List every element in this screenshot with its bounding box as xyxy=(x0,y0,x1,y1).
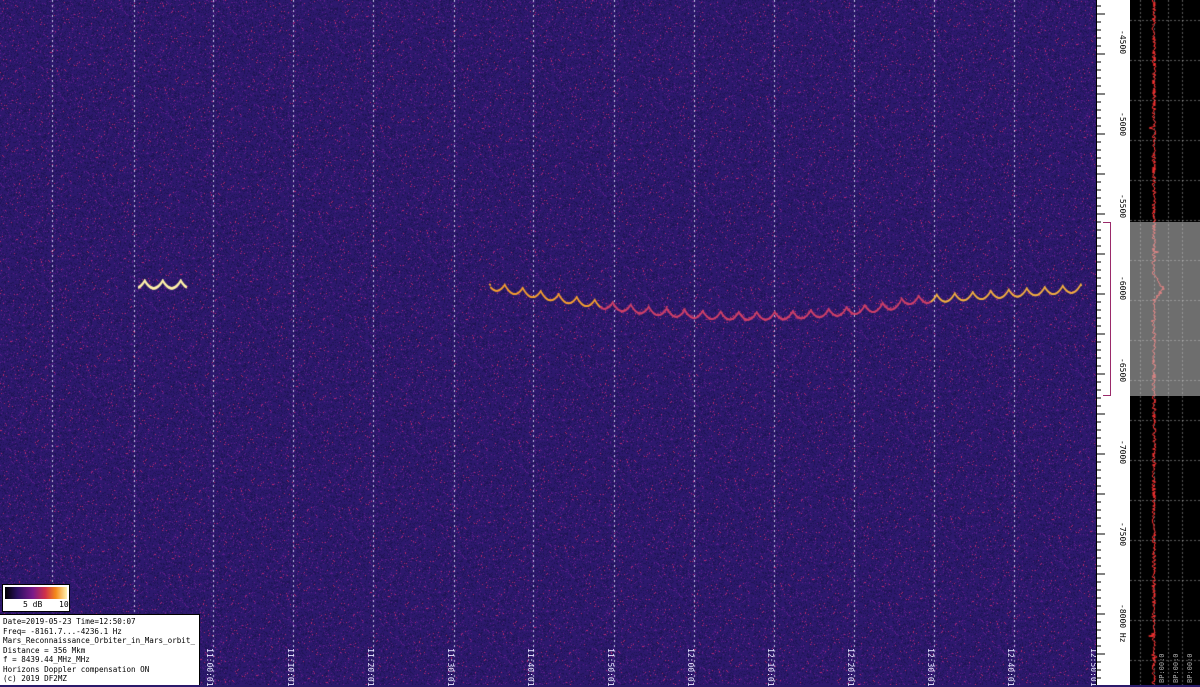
info-copyright: (c) 2019 DF2MZ xyxy=(3,674,68,683)
freq-tick-label: -7500 xyxy=(1118,522,1127,547)
freq-tick-label: -6500 xyxy=(1118,358,1127,383)
time-tick-label: 12:30:01 xyxy=(926,648,935,687)
colorbar-max-label: 10 xyxy=(59,600,69,609)
info-freq-range: Freq= -8161.7...-4236.1 Hz xyxy=(3,626,122,636)
passband-bracket xyxy=(1103,222,1111,396)
time-tick-label: 11:20:01 xyxy=(366,648,375,687)
freq-tick-label: -8000 Hz xyxy=(1118,604,1127,643)
freq-tick-label: -4500 xyxy=(1118,30,1127,55)
info-distance: Distance = 356 Mkm xyxy=(3,645,86,655)
info-frequency: f = 8439.44_MHz_MHz xyxy=(3,655,90,664)
freq-tick-label: -5500 xyxy=(1118,194,1127,219)
time-tick-label: 12:40:01 xyxy=(1006,648,1015,687)
waterfall-plot[interactable] xyxy=(0,0,1096,685)
passband-highlight xyxy=(1130,222,1200,396)
bp-label: BP:00:0 xyxy=(1158,653,1166,683)
time-tick-label: 12:20:01 xyxy=(846,648,855,687)
freq-tick-label: -5000 xyxy=(1118,112,1127,137)
color-scale-bar: 5 dB 10 xyxy=(2,584,70,612)
time-tick-label: 12:10:01 xyxy=(766,648,775,687)
time-tick-label: 12:00:01 xyxy=(686,648,695,687)
freq-tick-label: -6000 xyxy=(1118,276,1127,301)
colorbar-db-label: 5 dB xyxy=(23,600,43,609)
time-tick-label: 11:00:01 xyxy=(205,648,214,687)
time-tick-label: 11:40:01 xyxy=(526,648,535,687)
info-date-time: Date=2019-05-23 Time=12:50:07 xyxy=(3,617,136,626)
info-doppler: Horizons Doppler compensation ON xyxy=(3,664,150,674)
info-target: Mars_Reconnaissance_Orbiter_in_Mars_orbi… xyxy=(3,636,196,645)
time-tick-label: 11:50:01 xyxy=(606,648,615,687)
freq-tick-label: -7000 xyxy=(1118,440,1127,465)
bp-label: BP:00:0 xyxy=(1172,653,1180,683)
frequency-axis: -4500 -5000 -5500 -6000 -6500 -7000 -7500 -8000… xyxy=(1096,0,1130,685)
bp-label: BP:00:0 xyxy=(1186,653,1194,683)
color-gradient xyxy=(5,587,67,599)
info-panel: Date=2019-05-23 Time=12:50:07 Freq= -816… xyxy=(0,614,200,685)
time-tick-label: 11:10:01 xyxy=(286,648,295,687)
time-tick-label: 11:30:01 xyxy=(446,648,455,687)
